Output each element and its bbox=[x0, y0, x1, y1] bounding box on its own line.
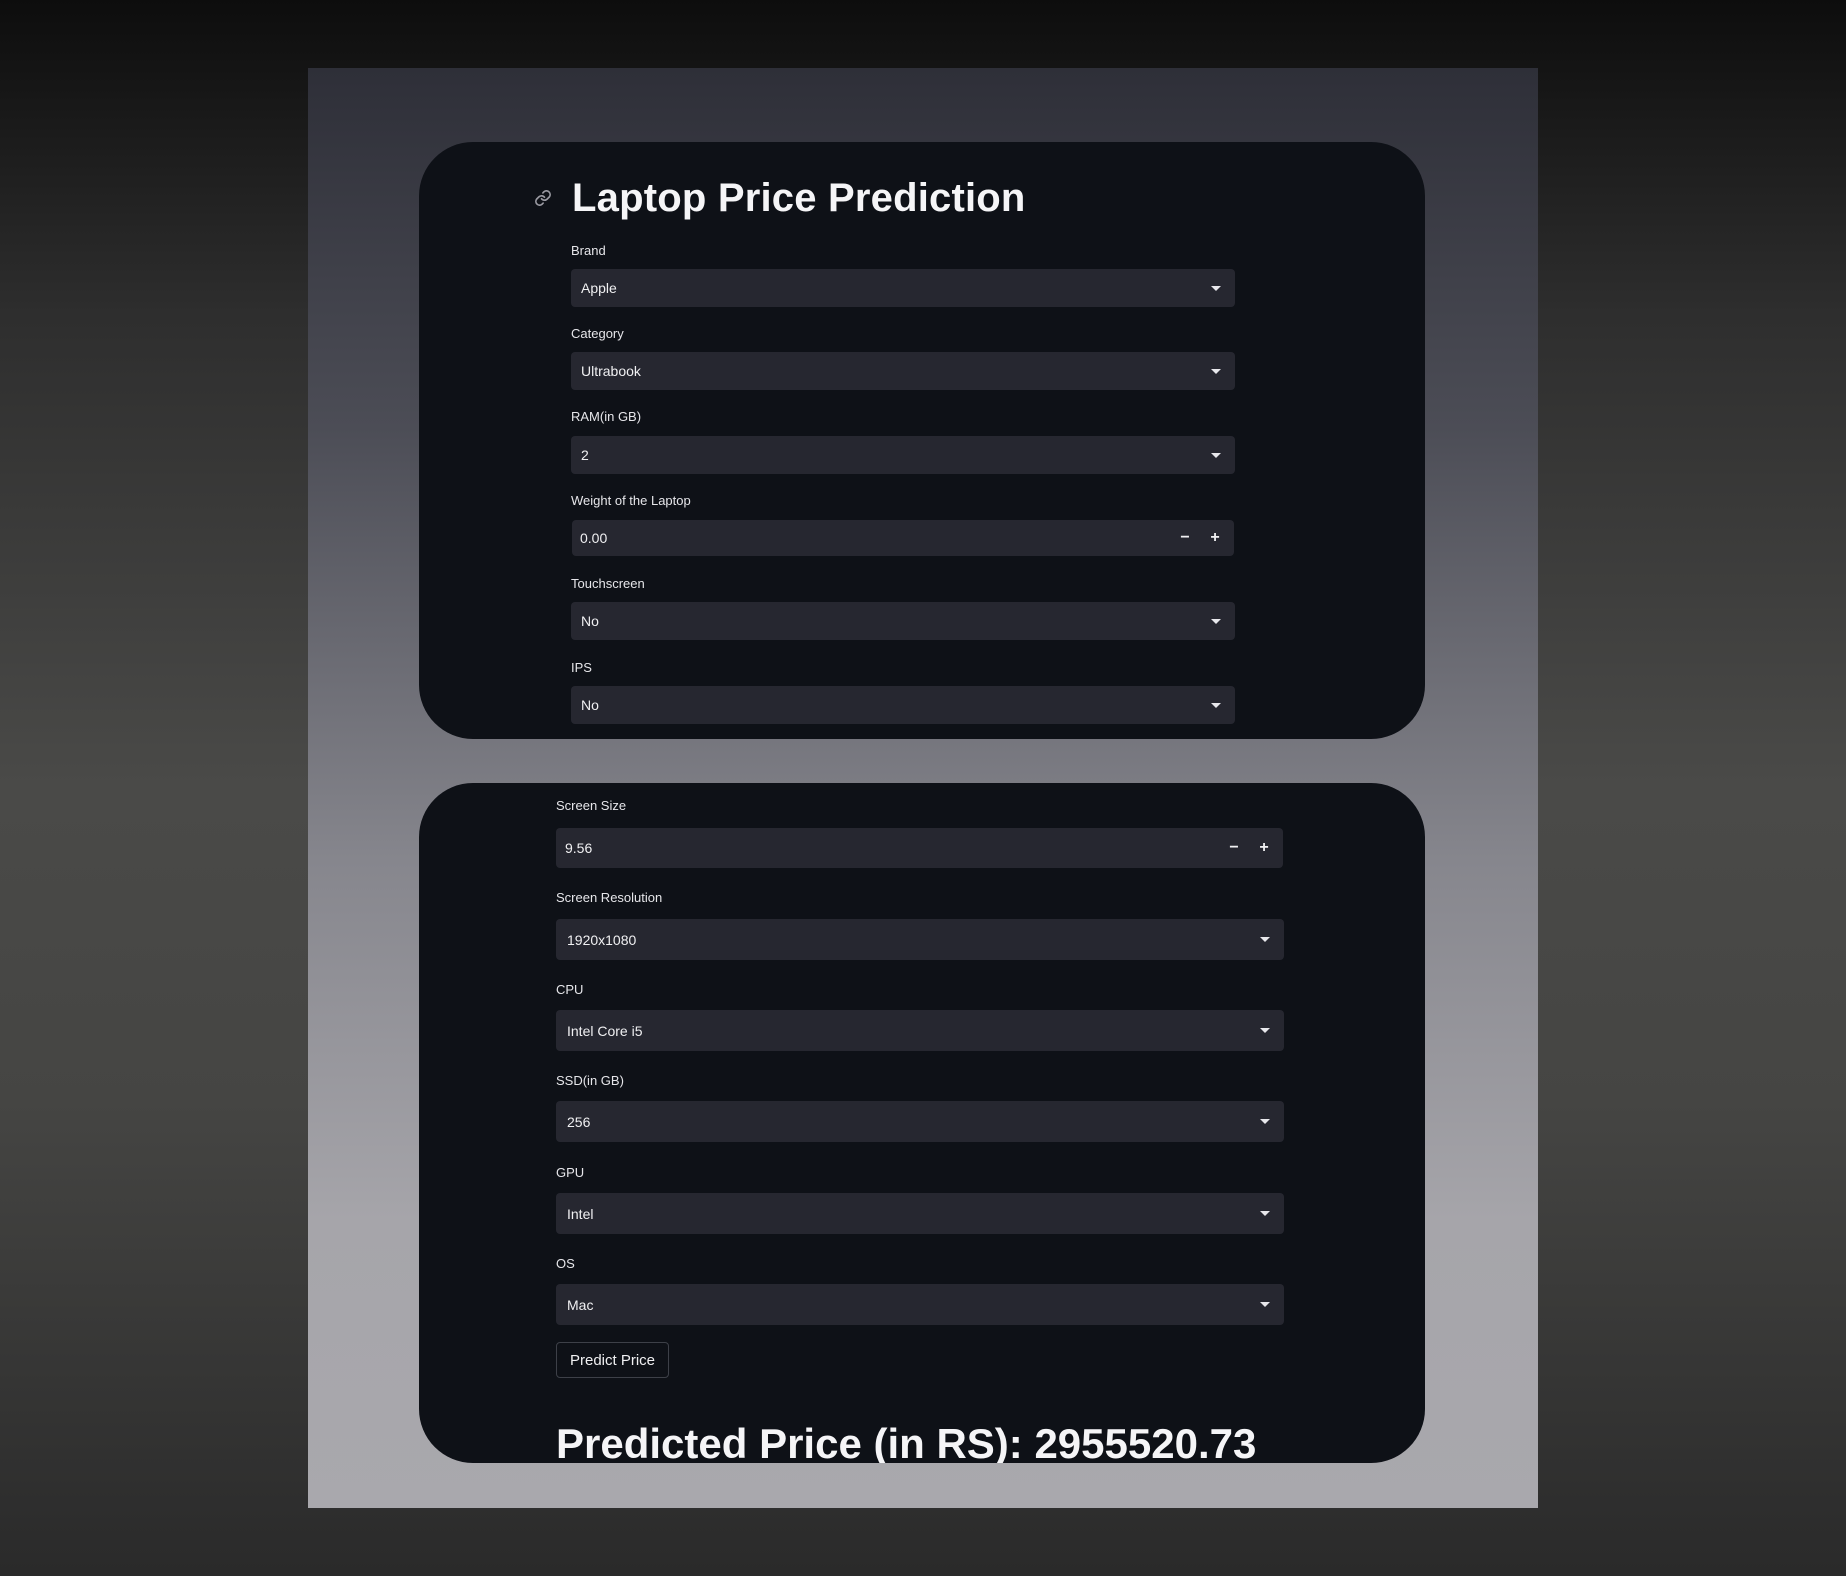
link-icon[interactable] bbox=[526, 181, 560, 215]
brand-label: Brand bbox=[571, 243, 606, 258]
screen-size-label: Screen Size bbox=[556, 798, 627, 813]
os-select[interactable]: Mac bbox=[556, 1284, 1284, 1325]
chevron-down-icon bbox=[1211, 368, 1221, 374]
ssd-value: 256 bbox=[567, 1113, 591, 1130]
chevron-down-icon bbox=[1211, 285, 1221, 291]
brand-value: Apple bbox=[581, 280, 617, 296]
chevron-down-icon bbox=[1260, 1119, 1270, 1124]
ssd-label: SSD(in GB) bbox=[556, 1073, 624, 1088]
chevron-down-icon bbox=[1211, 618, 1221, 624]
os-label: OS bbox=[556, 1256, 575, 1271]
chevron-down-icon bbox=[1260, 937, 1270, 942]
category-select[interactable]: Ultrabook bbox=[571, 352, 1235, 390]
resolution-select[interactable]: 1920x1080 bbox=[556, 919, 1284, 960]
os-value: Mac bbox=[567, 1296, 594, 1313]
ram-label: RAM(in GB) bbox=[571, 409, 642, 424]
chevron-down-icon bbox=[1260, 1028, 1270, 1033]
weight-decrement-button[interactable]: − bbox=[1170, 520, 1200, 556]
screen-size-value[interactable]: 9.56 bbox=[565, 840, 1219, 856]
predict-price-button[interactable]: Predict Price bbox=[556, 1342, 669, 1378]
ssd-select[interactable]: 256 bbox=[556, 1101, 1284, 1142]
resolution-label: Screen Resolution bbox=[556, 890, 663, 905]
cpu-value: Intel Core i5 bbox=[567, 1022, 643, 1039]
touchscreen-select[interactable]: No bbox=[571, 602, 1235, 640]
ips-label: IPS bbox=[571, 660, 592, 675]
screen-size-increment-button[interactable]: + bbox=[1249, 828, 1279, 868]
gpu-value: Intel bbox=[567, 1205, 594, 1222]
weight-value[interactable]: 0.00 bbox=[580, 530, 1170, 546]
predicted-price-result: Predicted Price (in RS): 2955520.73 bbox=[556, 1420, 1257, 1463]
ips-select[interactable]: No bbox=[571, 686, 1235, 724]
gpu-select[interactable]: Intel bbox=[556, 1193, 1284, 1234]
resolution-value: 1920x1080 bbox=[567, 931, 637, 948]
ram-value: 2 bbox=[581, 447, 589, 463]
chevron-down-icon bbox=[1211, 452, 1221, 458]
cpu-label: CPU bbox=[556, 982, 584, 997]
gpu-label: GPU bbox=[556, 1165, 585, 1180]
screen-size-number-input[interactable]: 9.56 − + bbox=[556, 828, 1283, 868]
weight-number-input[interactable]: 0.00 − + bbox=[572, 520, 1234, 556]
weight-label: Weight of the Laptop bbox=[571, 493, 691, 508]
page-title: Laptop Price Prediction bbox=[572, 175, 1026, 220]
ips-value: No bbox=[581, 697, 599, 713]
ram-select[interactable]: 2 bbox=[571, 436, 1235, 474]
touchscreen-label: Touchscreen bbox=[571, 576, 645, 591]
touchscreen-value: No bbox=[581, 613, 599, 629]
header: Laptop Price Prediction bbox=[526, 172, 1026, 224]
chevron-down-icon bbox=[1260, 1302, 1270, 1307]
category-label: Category bbox=[571, 326, 624, 341]
weight-increment-button[interactable]: + bbox=[1200, 520, 1230, 556]
cpu-select[interactable]: Intel Core i5 bbox=[556, 1010, 1284, 1051]
chevron-down-icon bbox=[1211, 702, 1221, 708]
chevron-down-icon bbox=[1260, 1211, 1270, 1216]
brand-select[interactable]: Apple bbox=[571, 269, 1235, 307]
category-value: Ultrabook bbox=[581, 363, 641, 379]
screen-size-decrement-button[interactable]: − bbox=[1219, 828, 1249, 868]
